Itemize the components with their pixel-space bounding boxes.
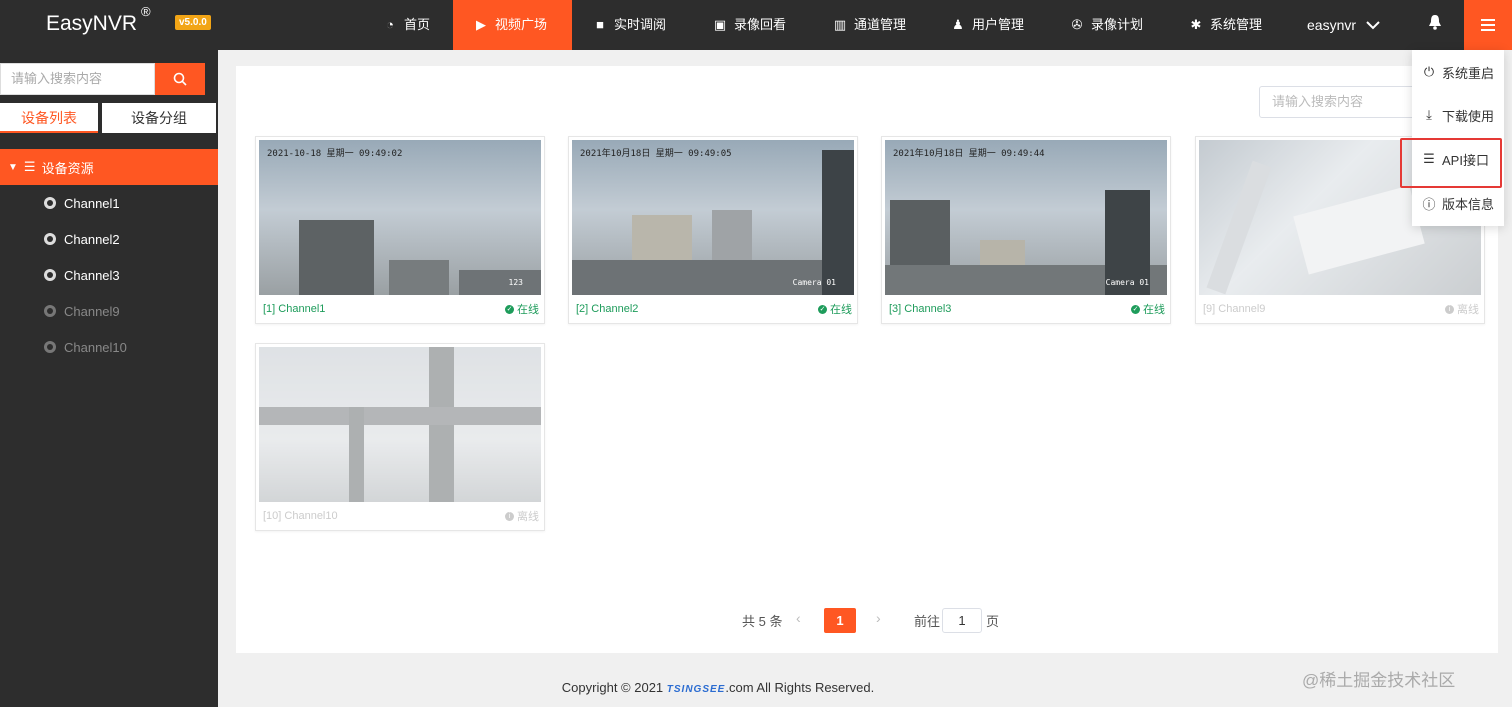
channel-card-label[interactable]: [2] Channel2: [576, 303, 638, 315]
status-badge: i 离线: [1445, 301, 1479, 317]
check-circle-icon: ✓: [1131, 304, 1140, 314]
status-badge: ✓ 在线: [505, 304, 539, 316]
nav-playback[interactable]: ▣ 录像回看: [712, 0, 786, 50]
channel-card[interactable]: [10] Channel10 i 离线: [255, 343, 545, 531]
video-thumbnail[interactable]: 2021年10月18日 星期一 09:49:44 Camera 01: [885, 140, 1167, 295]
status-badge: ✓ 在线: [1131, 304, 1165, 316]
camera-icon: [44, 233, 56, 245]
pagination-goto-input[interactable]: 1: [942, 608, 982, 633]
video-camera-label: 123: [508, 278, 523, 287]
top-bar: EasyNVR® v5.0.0 ◔ 首页 ▶ 视频广场 ■ 实时调阅 ▣ 录像回看 ▥ 通…: [0, 0, 1512, 50]
nav-video-square[interactable]: ▶ 视频广场: [453, 0, 572, 50]
channel-card[interactable]: 2021年10月18日 星期一 09:49:05 Camera 01 [2] C…: [568, 136, 858, 324]
check-circle-icon: ✓: [505, 304, 514, 314]
camera-icon: [44, 269, 56, 281]
channel-card[interactable]: 2021年10月18日 星期一 09:49:44 Camera 01 [3] C…: [881, 136, 1171, 324]
menu-item-download[interactable]: ⤓ 下载使用: [1422, 100, 1494, 130]
pagination-goto-label: 前往: [914, 613, 941, 629]
tree-item-channel3[interactable]: Channel3: [44, 257, 120, 293]
menu-item-version-info[interactable]: ⓘ 版本信息: [1422, 188, 1494, 218]
sidebar-search-button[interactable]: [155, 63, 205, 95]
list-icon: ☰: [23, 159, 36, 174]
chevron-down-icon: [1366, 21, 1380, 30]
nav-system-management[interactable]: ✱ 系统管理: [1188, 0, 1262, 50]
video-camera-label: Camera 01: [792, 278, 836, 287]
nav-user-management[interactable]: ♟ 用户管理: [950, 0, 1024, 50]
gear-icon: ✱: [1190, 17, 1202, 32]
sidebar: 请输入搜索内容 设备列表 设备分组 ▼ ☰ 设备资源 Channel1 Chan…: [0, 50, 218, 707]
menu-toggle-button[interactable]: [1464, 0, 1512, 50]
channel-card-label[interactable]: [9] Channel9: [1203, 303, 1265, 315]
channel-card-label[interactable]: [10] Channel10: [263, 510, 338, 522]
info-circle-icon: i: [1445, 304, 1454, 314]
username: easynvr: [1307, 17, 1357, 33]
channel-card[interactable]: 2021-10-18 星期一 09:49:02 123 [1] Channel1…: [255, 136, 545, 324]
user-menu[interactable]: easynvr: [1307, 0, 1380, 50]
sidebar-tabs: 设备列表 设备分组: [0, 103, 218, 133]
info-icon: ⓘ: [1422, 196, 1436, 212]
tree-item-channel9[interactable]: Channel9: [44, 293, 120, 329]
main-search-input[interactable]: 请输入搜索内容: [1259, 86, 1419, 118]
footer-copyright: Copyright © 2021 TSINGSEE.com All Rights…: [561, 680, 875, 695]
video-camera-icon: ■: [596, 17, 604, 32]
user-icon: ♟: [952, 17, 964, 32]
api-highlight-box: [1400, 138, 1502, 188]
video-thumbnail[interactable]: [259, 347, 541, 502]
dashboard-icon: ◔: [386, 17, 394, 32]
status-badge: i 离线: [505, 508, 539, 524]
bell-icon[interactable]: [1428, 14, 1442, 34]
menu-item-system-restart[interactable]: ⏻ 系统重启: [1422, 57, 1494, 87]
search-icon: [173, 72, 187, 86]
nav-channel-management[interactable]: ▥ 通道管理: [832, 0, 906, 50]
download-icon: ⤓: [1426, 107, 1432, 122]
info-circle-icon: i: [505, 511, 514, 521]
tab-device-list[interactable]: 设备列表: [0, 103, 98, 133]
tsingsee-logo[interactable]: TSINGSEE: [667, 684, 726, 695]
pagination-goto-suffix: 页: [986, 613, 1000, 629]
tree-item-channel10[interactable]: Channel10: [44, 329, 127, 365]
channel-card-label[interactable]: [3] Channel3: [889, 303, 951, 315]
status-badge: ✓ 在线: [818, 304, 852, 316]
version-badge: v5.0.0: [175, 15, 211, 30]
camera-icon: [44, 341, 56, 353]
video-timestamp: 2021年10月18日 星期一 09:49:05: [580, 149, 732, 159]
tree-item-channel1[interactable]: Channel1: [44, 185, 120, 221]
play-circle-icon: ▶: [476, 17, 486, 32]
channel-card-label[interactable]: [1] Channel1: [263, 303, 325, 315]
tree-item-channel2[interactable]: Channel2: [44, 221, 120, 257]
check-circle-icon: ✓: [818, 304, 827, 314]
camera-icon: [44, 197, 56, 209]
nav-recording-plan[interactable]: ✇ 录像计划: [1069, 0, 1143, 50]
tree-root-device-resources[interactable]: ▼ ☰ 设备资源: [0, 149, 218, 185]
video-camera-label: Camera 01: [1105, 278, 1149, 287]
watermark: @稀土掘金技术社区: [1302, 671, 1456, 690]
video-thumbnail[interactable]: 2021年10月18日 星期一 09:49:05 Camera 01: [572, 140, 854, 295]
chevron-right-icon[interactable]: ›: [876, 610, 881, 626]
chevron-left-icon[interactable]: ‹: [796, 610, 801, 626]
tab-device-group[interactable]: 设备分组: [102, 103, 216, 133]
hamburger-icon: [1481, 19, 1495, 31]
columns-icon: ▥: [833, 17, 847, 32]
video-thumbnail[interactable]: 2021-10-18 星期一 09:49:02 123: [259, 140, 541, 295]
power-icon: ⏻: [1423, 64, 1435, 79]
pagination-page-1[interactable]: 1: [824, 608, 856, 633]
playback-icon: ▣: [713, 17, 727, 32]
pagination-total: 共 5 条: [742, 613, 783, 629]
film-reel-icon: ✇: [1071, 17, 1083, 32]
sidebar-search-input[interactable]: 请输入搜索内容: [0, 63, 155, 95]
camera-icon: [44, 305, 56, 317]
nav-home[interactable]: ◔ 首页: [382, 0, 430, 50]
app-logo[interactable]: EasyNVR®: [46, 4, 151, 36]
caret-down-icon: ▼: [8, 161, 18, 173]
video-timestamp: 2021年10月18日 星期一 09:49:44: [893, 149, 1045, 159]
video-timestamp: 2021-10-18 星期一 09:49:02: [267, 149, 403, 159]
nav-live-view[interactable]: ■ 实时调阅: [592, 0, 666, 50]
